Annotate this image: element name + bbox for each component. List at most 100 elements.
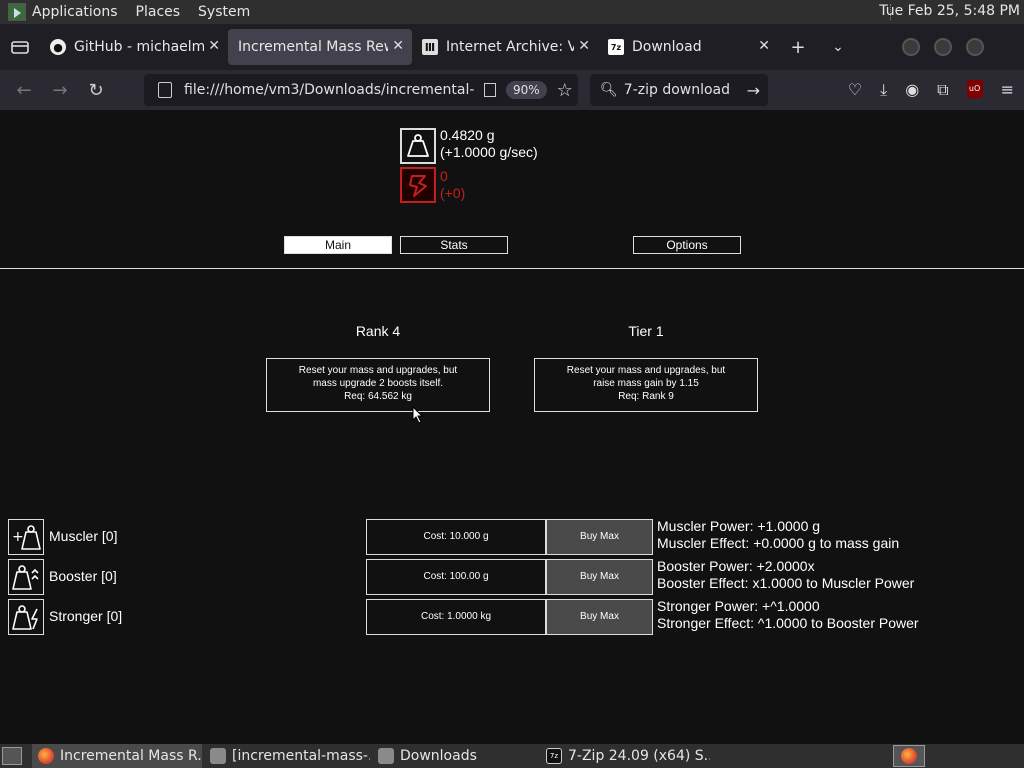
firefox-icon xyxy=(38,748,54,764)
firefox-icon xyxy=(901,748,917,764)
account-icon[interactable]: ◉ xyxy=(905,80,919,100)
muscler-name: Muscler [0] xyxy=(49,528,118,544)
tab-overflow-chevron-icon[interactable]: ⌄ xyxy=(818,39,858,55)
reader-view-icon[interactable] xyxy=(484,83,496,97)
stronger-buy-max-button[interactable]: Buy Max xyxy=(546,599,653,635)
os-taskbar: Incremental Mass R... [incremental-mass-… xyxy=(0,744,1024,768)
7zip-icon: 7z xyxy=(546,748,562,764)
window-maximize-button[interactable] xyxy=(934,38,952,56)
tab-main[interactable]: Main xyxy=(284,236,392,254)
taskbar-item-firefox[interactable]: Incremental Mass R... xyxy=(32,744,202,768)
tier-requirement: Req: Rank 9 xyxy=(618,391,674,402)
close-tab-icon[interactable]: ✕ xyxy=(574,38,590,54)
browser-tab-strip: ● GitHub - michaelmior/ ✕ Incremental Ma… xyxy=(0,24,1024,70)
url-bar[interactable]: file:///home/vm3/Downloads/incremental-m… xyxy=(144,74,578,106)
workspace-switcher[interactable] xyxy=(893,745,925,767)
window-close-button[interactable] xyxy=(966,38,984,56)
stronger-power: Stronger Power: +^1.0000 xyxy=(657,598,820,614)
close-tab-icon[interactable]: ✕ xyxy=(204,38,220,54)
browser-nav-bar: ← → ↻ file:///home/vm3/Downloads/increme… xyxy=(0,70,1024,110)
stronger-effect: Stronger Effect: ^1.0000 to Booster Powe… xyxy=(657,615,919,631)
booster-name: Booster [0] xyxy=(49,568,117,584)
url-text[interactable]: file:///home/vm3/Downloads/incremental-m… xyxy=(184,82,474,98)
folder-icon xyxy=(378,748,394,764)
tab-github[interactable]: ● GitHub - michaelmior/ ✕ xyxy=(40,29,228,65)
tab-options[interactable]: Options xyxy=(633,236,741,254)
clock[interactable]: Tue Feb 25, 5:48 PM xyxy=(879,3,1020,19)
muscler-power: Muscler Power: +1.0000 g xyxy=(657,518,821,534)
reload-icon[interactable]: ↻ xyxy=(78,80,114,101)
booster-buy-button[interactable]: Cost: 100.00 g xyxy=(366,559,546,595)
back-arrow-icon[interactable]: ← xyxy=(6,80,42,101)
taskbar-item-label: [incremental-mass-... xyxy=(232,748,370,764)
tab-list-icon xyxy=(11,41,29,54)
muscler-buy-max-button[interactable]: Buy Max xyxy=(546,519,653,555)
tab-label: Internet Archive: View xyxy=(446,39,588,55)
muscler-icon[interactable]: + xyxy=(8,519,44,555)
terminal-launcher-icon[interactable] xyxy=(8,3,26,21)
menu-places[interactable]: Places xyxy=(136,4,181,20)
tab-label: GitHub - michaelmior/ xyxy=(74,39,218,55)
close-tab-icon[interactable]: ✕ xyxy=(388,38,404,54)
ublock-origin-icon[interactable]: uO xyxy=(966,80,983,98)
rank-reset-button[interactable]: Reset your mass and upgrades, but mass u… xyxy=(266,358,490,412)
tab-incremental-mass[interactable]: Incremental Mass Rewritte ✕ xyxy=(228,29,412,65)
window-minimize-button[interactable] xyxy=(902,38,920,56)
stronger-name: Stronger [0] xyxy=(49,608,123,624)
taskbar-item-label: Incremental Mass R... xyxy=(60,748,202,764)
menu-system[interactable]: System xyxy=(198,4,250,20)
booster-buy-max-button[interactable]: Buy Max xyxy=(546,559,653,595)
hamburger-menu-icon[interactable]: ≡ xyxy=(1001,80,1014,100)
bookmark-star-icon[interactable]: ☆ xyxy=(557,80,573,101)
taskbar-item-7zip[interactable]: 7z 7-Zip 24.09 (x64) S... xyxy=(540,744,710,768)
new-tab-plus-icon[interactable]: + xyxy=(778,37,818,58)
taskbar-item-folder[interactable]: [incremental-mass-... xyxy=(204,744,370,768)
github-icon: ● xyxy=(50,39,66,55)
muscler-buy-button[interactable]: Cost: 10.000 g xyxy=(366,519,546,555)
rank-requirement: Req: 64.562 kg xyxy=(344,391,412,402)
pocket-icon[interactable]: ♡ xyxy=(848,80,862,100)
rank-title: Rank 4 xyxy=(355,323,401,339)
booster-effect: Booster Effect: x1.0000 to Muscler Power xyxy=(657,575,915,591)
tier-reset-button[interactable]: Reset your mass and upgrades, but raise … xyxy=(534,358,758,412)
os-top-panel: Applications Places System Tue Feb 25, 5… xyxy=(0,0,1024,24)
stronger-stats: Stronger Power: +^1.0000 Stronger Effect… xyxy=(657,598,919,632)
7zip-icon: 7z xyxy=(608,39,624,55)
tab-label: Download xyxy=(632,39,702,55)
tier-desc-line2: raise mass gain by 1.15 xyxy=(593,378,699,389)
search-bar[interactable]: 🔍︎ 7-zip download → xyxy=(590,74,768,106)
tab-label: Incremental Mass Rewritte xyxy=(238,39,402,55)
forward-arrow-icon[interactable]: → xyxy=(42,80,78,101)
tab-list-button[interactable] xyxy=(0,24,40,70)
archive-icon: Ⅲ xyxy=(422,39,438,55)
stronger-icon[interactable] xyxy=(8,599,44,635)
rage-value: 0 xyxy=(440,168,448,184)
tab-internet-archive[interactable]: Ⅲ Internet Archive: View ✕ xyxy=(412,29,598,65)
downloads-icon[interactable]: ⤓ xyxy=(880,80,887,100)
menu-applications[interactable]: Applications xyxy=(32,4,118,20)
tab-download[interactable]: 7z Download ✕ xyxy=(598,29,778,65)
mass-readout: 0.4820 g (+1.0000 g/sec) xyxy=(440,127,538,161)
game-page: 0.4820 g (+1.0000 g/sec) 0 (+0) Main Sta… xyxy=(0,110,1024,744)
extensions-icon[interactable]: ⧉ xyxy=(937,80,948,100)
search-go-arrow-icon[interactable]: → xyxy=(747,81,760,100)
search-input[interactable]: 7-zip download xyxy=(624,82,730,98)
svg-text:+: + xyxy=(12,529,24,545)
tab-stats[interactable]: Stats xyxy=(400,236,508,254)
mass-weight-icon xyxy=(407,134,429,157)
taskbar-item-downloads[interactable]: Downloads xyxy=(372,744,538,768)
rank-desc-line2: mass upgrade 2 boosts itself. xyxy=(312,378,444,389)
search-icon: 🔍︎ xyxy=(600,82,618,98)
zoom-level-badge[interactable]: 90% xyxy=(506,81,547,99)
booster-power: Booster Power: +2.0000x xyxy=(657,558,815,574)
close-tab-icon[interactable]: ✕ xyxy=(754,38,770,54)
booster-icon[interactable] xyxy=(8,559,44,595)
show-desktop-button[interactable] xyxy=(2,747,22,765)
stronger-buy-button[interactable]: Cost: 1.0000 kg xyxy=(366,599,546,635)
muscler-stats: Muscler Power: +1.0000 g Muscler Effect:… xyxy=(657,518,899,552)
rage-rate: (+0) xyxy=(440,185,466,201)
rage-power-icon xyxy=(409,175,427,197)
mouse-cursor-icon xyxy=(412,406,424,424)
taskbar-item-label: Downloads xyxy=(400,748,477,764)
rank-desc-line1: Reset your mass and upgrades, but xyxy=(298,365,458,376)
